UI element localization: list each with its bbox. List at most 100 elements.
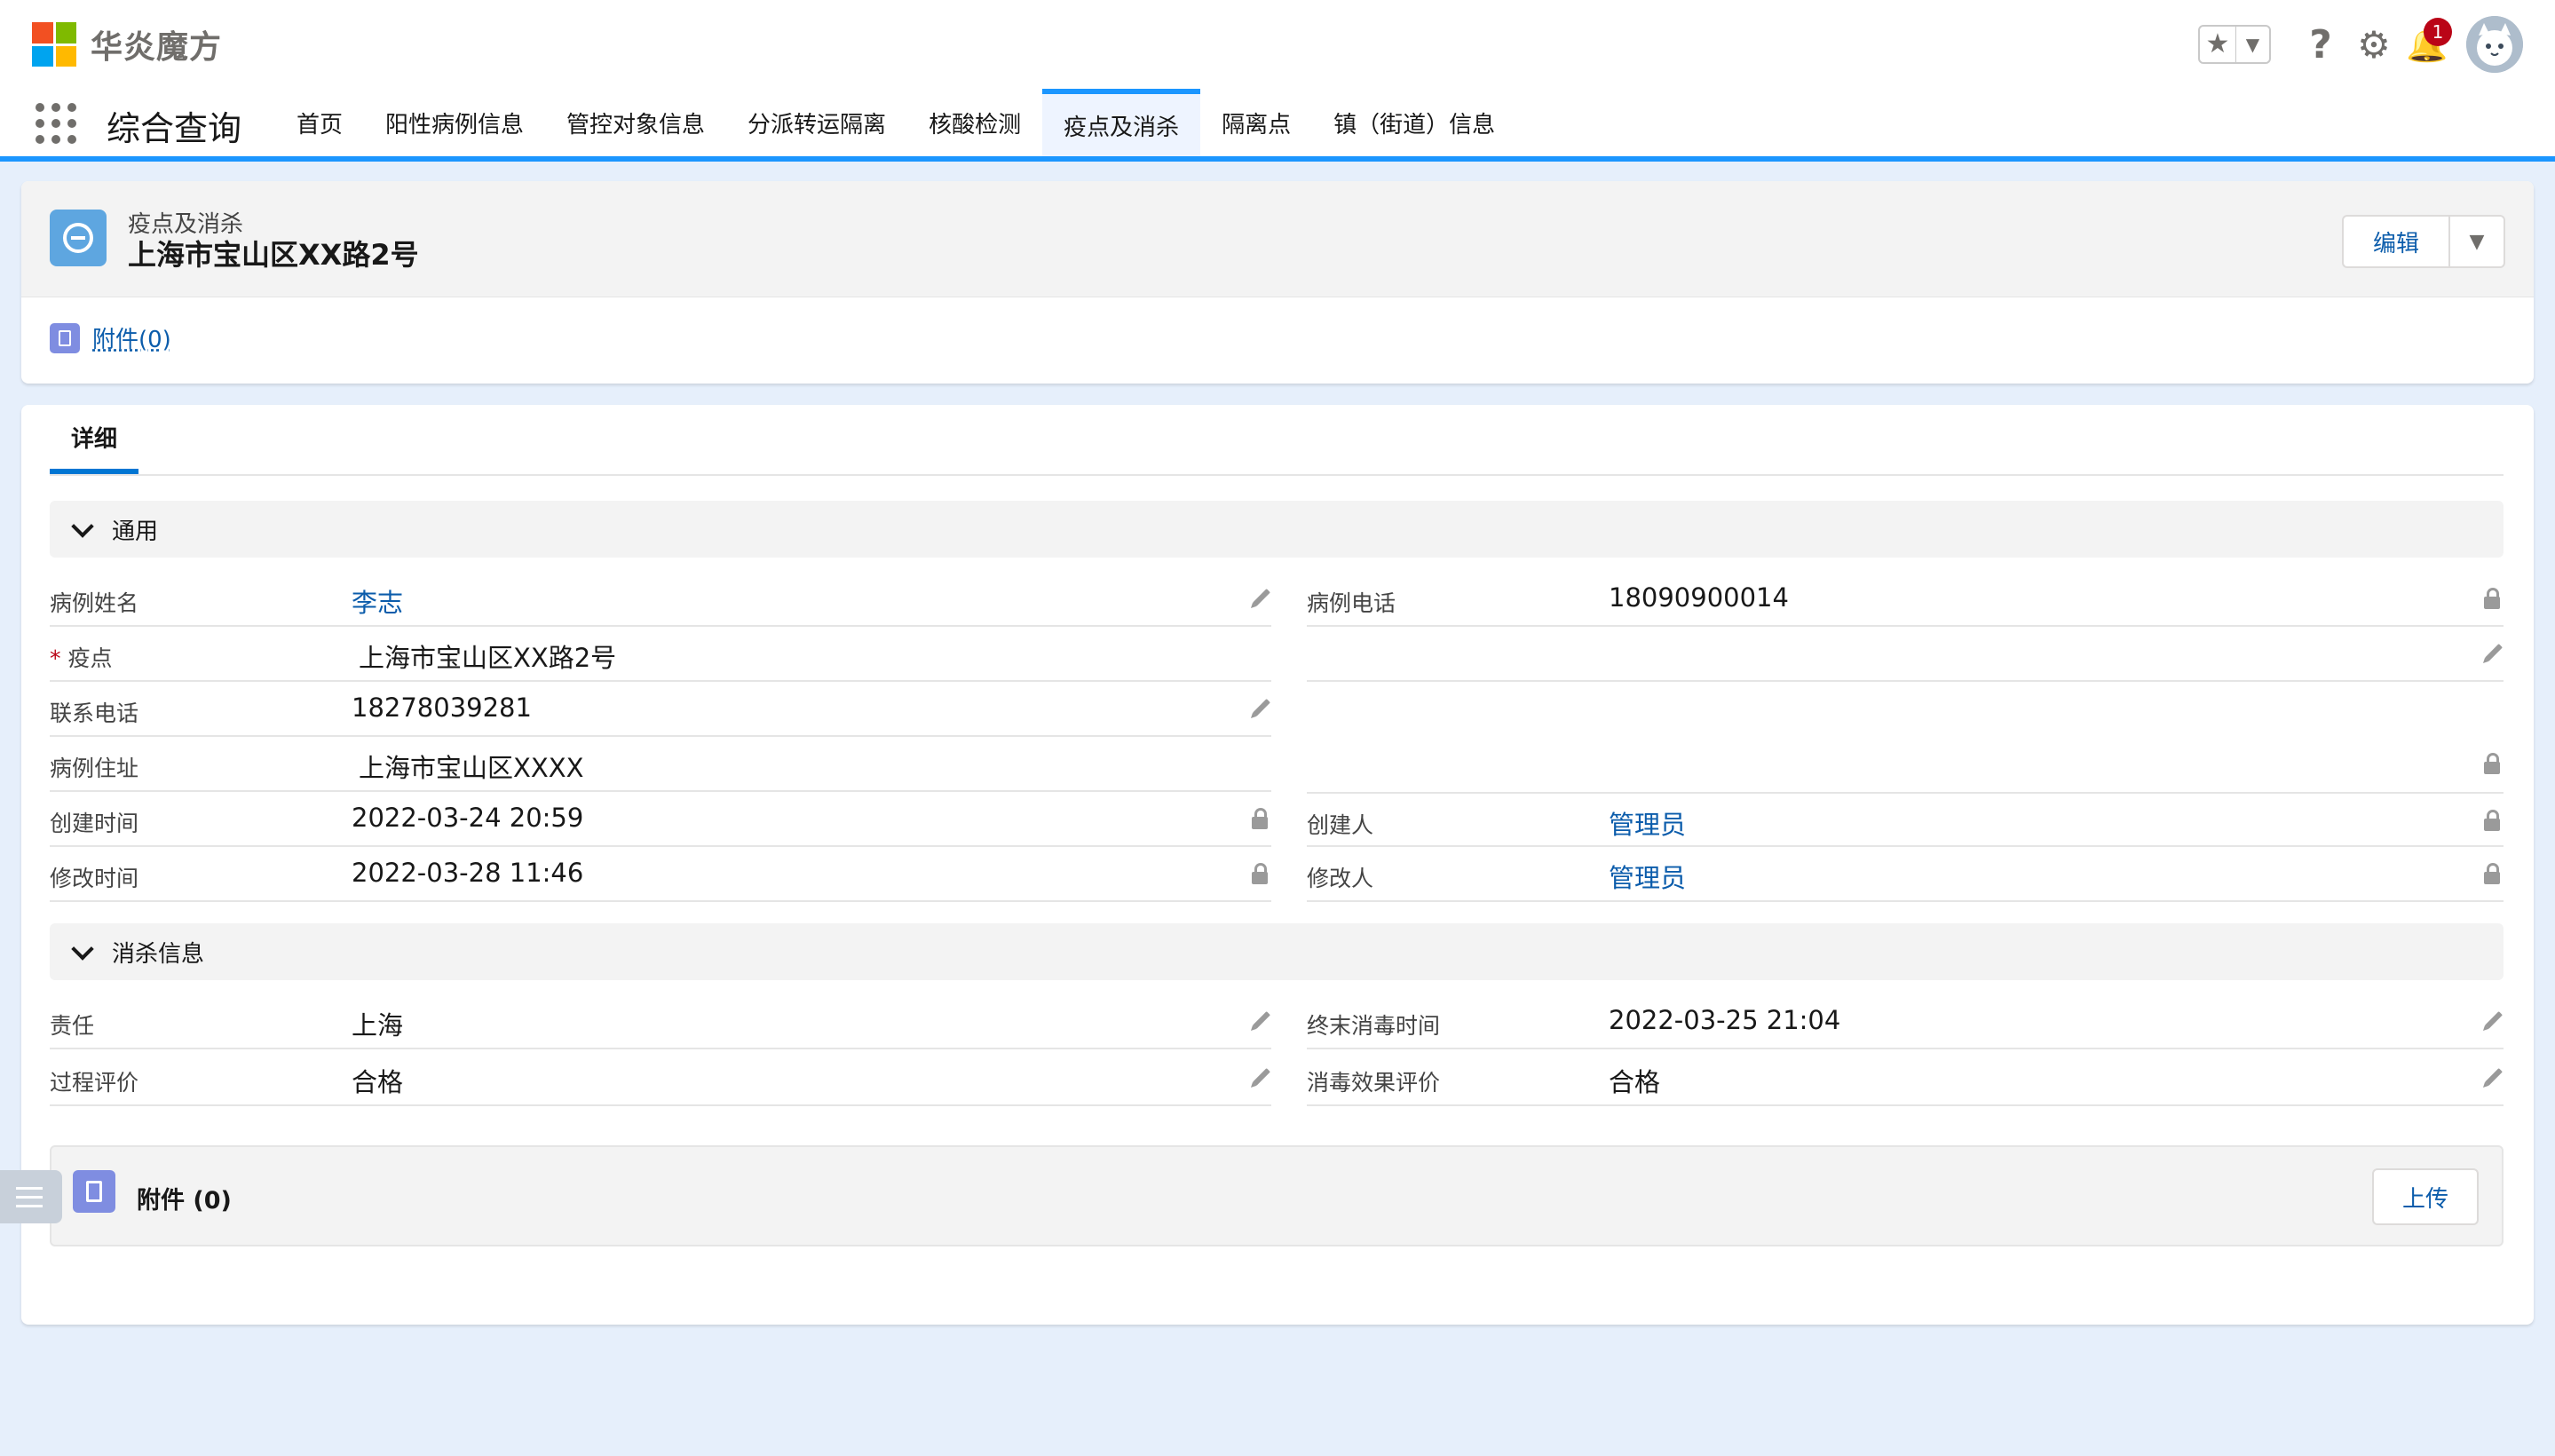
field-label: * 疫点	[50, 641, 113, 673]
record-title: 上海市宝山区XX路2号	[128, 238, 419, 272]
lock-icon	[2479, 586, 2504, 611]
more-actions-button[interactable]: ▼	[2450, 217, 2504, 266]
star-icon[interactable]: ★	[2200, 27, 2236, 62]
field-label: 创建人	[1307, 812, 1374, 838]
file-icon	[50, 322, 80, 353]
chevron-down-icon	[71, 941, 92, 962]
favorites-button-group: ★ ▼	[2198, 25, 2271, 64]
section-general-header[interactable]: 通用	[50, 501, 2504, 558]
record-header: 疫点及消杀 上海市宝山区XX路2号 编辑 ▼	[21, 181, 2534, 297]
help-icon[interactable]: ?	[2296, 20, 2345, 69]
nav-tab-transfer-isolation[interactable]: 分派转运隔离	[726, 89, 907, 156]
section-disinfection-title: 消杀信息	[112, 940, 205, 968]
app-name: 综合查询	[107, 109, 242, 148]
attachments-related-list: 附件 (0) 上传	[50, 1145, 2504, 1246]
list-toggle-icon[interactable]	[0, 1170, 62, 1223]
record-type-icon	[50, 210, 107, 266]
edit-pencil-icon[interactable]	[2479, 1009, 2504, 1033]
chevron-down-icon[interactable]: ▼	[2236, 27, 2269, 62]
edit-pencil-icon[interactable]	[1246, 696, 1271, 721]
app-launcher-icon[interactable]	[36, 103, 78, 146]
gear-icon[interactable]: ⚙	[2349, 20, 2399, 69]
edit-pencil-icon[interactable]	[2479, 641, 2504, 666]
nav-tab-positive-cases[interactable]: 阳性病例信息	[364, 89, 545, 156]
field-value: 上海	[352, 1010, 404, 1041]
nav-tabs: 首页 阳性病例信息 管控对象信息 分派转运隔离 核酸检测 疫点及消杀 隔离点 镇…	[275, 89, 1516, 156]
header-actions: ★ ▼ ? ⚙ 🔔 1	[2198, 16, 2523, 73]
edit-pencil-icon[interactable]	[1246, 1009, 1271, 1033]
notification-badge: 1	[2424, 18, 2452, 46]
avatar-icon	[2466, 16, 2523, 73]
nav-tab-epidemic-spots[interactable]: 疫点及消杀	[1042, 89, 1201, 156]
field-label-text: 疫点	[67, 645, 113, 671]
field-created-by: 创建人 管理员	[1307, 792, 2504, 847]
bell-icon[interactable]: 🔔 1	[2402, 18, 2452, 69]
nav-tab-town-info[interactable]: 镇（街道）信息	[1312, 89, 1516, 156]
field-label: 病例姓名	[50, 590, 139, 616]
required-mark: *	[50, 645, 61, 671]
field-contact-phone: 联系电话 18278039281	[50, 682, 1271, 737]
logo-mark-icon	[32, 22, 76, 67]
field-value: 2022-03-24 20:59	[352, 803, 584, 833]
record-actions: 编辑 ▼	[2342, 215, 2505, 268]
field-case-phone: 病例电话 18090900014	[1307, 572, 2504, 627]
field-value: 2022-03-25 21:04	[1609, 1005, 1841, 1035]
case-name-link[interactable]: 李志	[352, 582, 403, 620]
nav-tab-controlled-subjects[interactable]: 管控对象信息	[545, 89, 726, 156]
lock-icon	[2479, 751, 2504, 776]
global-header: 华炎魔方 ★ ▼ ? ⚙ 🔔 1	[0, 0, 2555, 89]
field-value: 上海市宝山区XX路2号	[359, 643, 617, 673]
field-value: 18278039281	[352, 692, 532, 723]
field-label: 终末消毒时间	[1307, 1013, 1441, 1039]
field-empty	[1307, 627, 2504, 682]
nav-tab-home[interactable]: 首页	[275, 89, 364, 156]
lock-icon	[2479, 861, 2504, 886]
field-spot: * 疫点 上海市宝山区XX路2号	[50, 627, 1271, 682]
section-general-title: 通用	[112, 518, 159, 545]
tab-detail[interactable]: 详细	[50, 405, 138, 474]
app-nav-bar: 综合查询 首页 阳性病例信息 管控对象信息 分派转运隔离 核酸检测 疫点及消杀 …	[0, 89, 2555, 162]
lock-icon	[2479, 808, 2504, 833]
nav-tab-isolation-sites[interactable]: 隔离点	[1200, 89, 1312, 156]
section-disinfection-header[interactable]: 消杀信息	[50, 923, 2504, 980]
field-case-address: 病例住址 上海市宝山区XXXX	[50, 737, 1271, 792]
field-label: 修改时间	[50, 866, 139, 891]
attachments-title[interactable]: 附件 (0)	[137, 1181, 232, 1215]
field-label: 联系电话	[50, 700, 139, 726]
field-case-name: 病例姓名 李志	[50, 572, 1271, 627]
field-modified-by: 修改人 管理员	[1307, 847, 2504, 902]
field-value: 上海市宝山区XXXX	[359, 753, 584, 783]
edit-button[interactable]: 编辑	[2344, 217, 2450, 266]
field-label: 病例住址	[50, 756, 139, 781]
field-label: 过程评价	[50, 1070, 139, 1096]
modified-by-link[interactable]: 管理员	[1609, 858, 1686, 895]
field-label: 责任	[50, 1013, 95, 1039]
field-label: 消毒效果评价	[1307, 1070, 1441, 1096]
related-attachments-label[interactable]: 附件(0)	[92, 321, 171, 354]
related-attachments-link[interactable]: 附件(0)	[50, 321, 171, 354]
edit-pencil-icon[interactable]	[1246, 586, 1271, 611]
created-by-link[interactable]: 管理员	[1609, 804, 1686, 842]
record-header-card: 疫点及消杀 上海市宝山区XX路2号 编辑 ▼ 附件(0)	[21, 181, 2534, 384]
field-label: 病例电话	[1307, 590, 1396, 616]
lock-icon	[1246, 861, 1271, 886]
field-final-disinfect-time: 终末消毒时间 2022-03-25 21:04	[1307, 994, 2504, 1049]
upload-button[interactable]: 上传	[2372, 1168, 2479, 1225]
field-responsibility: 责任 上海	[50, 994, 1271, 1049]
brand-logo[interactable]: 华炎魔方	[32, 21, 222, 67]
edit-pencil-icon[interactable]	[2479, 1065, 2504, 1090]
field-value: 18090900014	[1609, 582, 1789, 613]
lock-icon	[1246, 806, 1271, 831]
field-empty	[1307, 737, 2504, 792]
field-value: 合格	[1609, 1067, 1661, 1097]
nav-tab-nucleic-test[interactable]: 核酸检测	[907, 89, 1042, 156]
chevron-down-icon	[71, 518, 92, 540]
field-modified-time: 修改时间 2022-03-28 11:46	[50, 847, 1271, 902]
field-value: 合格	[352, 1067, 404, 1097]
field-label: 修改人	[1307, 866, 1374, 891]
field-created-time: 创建时间 2022-03-24 20:59	[50, 792, 1271, 847]
brand-name: 华炎魔方	[91, 29, 223, 66]
detail-tabbar: 详细	[50, 405, 2504, 476]
avatar[interactable]	[2466, 16, 2523, 73]
edit-pencil-icon[interactable]	[1246, 1065, 1271, 1090]
